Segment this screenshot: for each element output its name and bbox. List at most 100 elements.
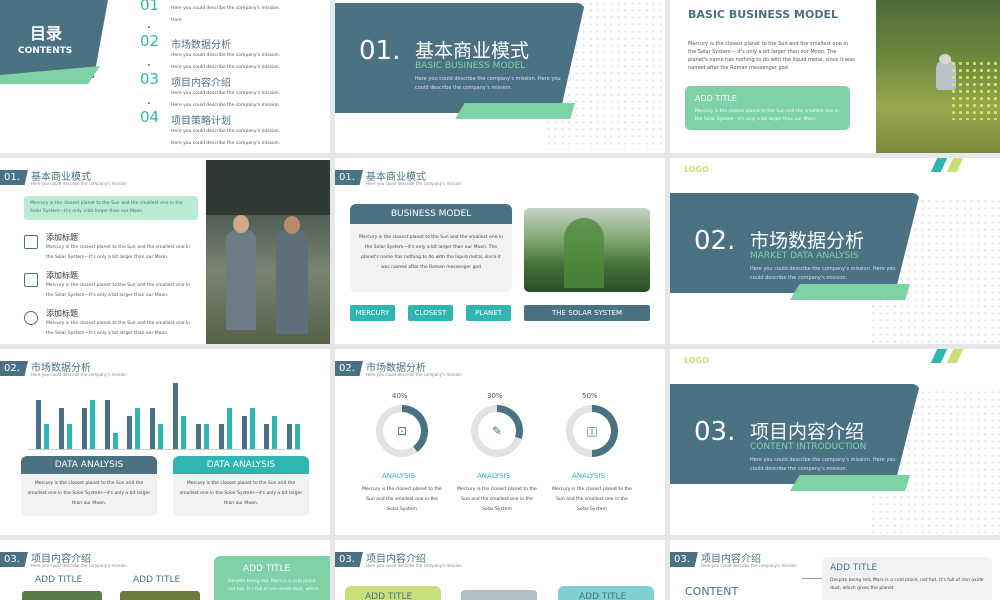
slide-section-01[interactable]: 01. 基本商业模式 BASIC BUSINESS MODEL Here you… [335, 0, 665, 153]
s10-title-2: ADD TITLE [133, 575, 181, 585]
header-number: 01. [335, 170, 363, 185]
ring-percent: 50% [582, 392, 598, 400]
progress-ring: ✎ [471, 405, 523, 457]
bar-series-2 [181, 416, 186, 449]
pill-planet[interactable]: PLANET [466, 305, 511, 321]
bar-series-1 [287, 424, 293, 449]
s10-photo-2 [120, 591, 200, 600]
s11-title-2: ADD TITLE [579, 592, 627, 600]
header-sub: Here you could describe the company's mi… [31, 372, 127, 377]
analysis-card-text: Mercury is the closest planet to the Sun… [179, 481, 303, 506]
s11-photo [461, 590, 537, 600]
ring-label: ANALYSIS [382, 472, 416, 480]
s10-photo-1 [22, 591, 102, 600]
logo-stripes [930, 158, 968, 172]
section-title: 基本商业模式 [415, 40, 530, 62]
bar-series-1 [195, 424, 201, 449]
contents-item-desc: Here you could describe the company's mi… [171, 6, 281, 23]
item-text: Mercury is the closest planet to the Sun… [46, 283, 190, 298]
section-desc: Here you could describe the company's mi… [415, 76, 561, 91]
couple-photo [206, 160, 330, 344]
bar-series-1 [150, 407, 156, 449]
section-mint-accent [455, 103, 575, 119]
binoculars-icon [24, 273, 38, 287]
s12-box-text: Despite being red, Mars is a cold place,… [830, 578, 984, 591]
slide-data-analysis[interactable]: 02. 市场数据分析 Here you could describe the c… [0, 349, 330, 535]
section-desc: Here you could describe the company's mi… [750, 457, 896, 472]
pill-mercury[interactable]: MERCURY [350, 305, 395, 321]
header-sub: Here you could describe the company's mi… [366, 563, 462, 568]
slide3-text: Mercury is the closest planet to the Sun… [688, 41, 855, 71]
analysis-card-title: DATA ANALYSIS [21, 456, 157, 474]
header-sub: Here you could describe the company's mi… [31, 181, 127, 186]
contents-number: 02 [140, 32, 160, 50]
bar-series-1 [241, 416, 247, 449]
bar-series-2 [112, 432, 118, 449]
logo-stripes [930, 349, 968, 363]
ring-text: Mercury is the closest planet to the Sun… [457, 487, 537, 512]
slide-content-intro-a[interactable]: 03. 项目内容介绍 Here you could describe the c… [0, 540, 330, 600]
item-text: Mercury is the closest planet to the Sun… [46, 245, 190, 260]
ring-label: ANALYSIS [572, 472, 606, 480]
contents-subtitle: CONTENTS [18, 46, 73, 56]
contents-item-label[interactable]: 项目策略计划 [171, 112, 231, 127]
section-number: 01. [359, 36, 401, 66]
bar-series-1 [58, 407, 64, 449]
mic-icon [24, 311, 38, 325]
contents-title: 目录 [30, 24, 63, 43]
ring-text: Mercury is the closest planet to the Sun… [362, 487, 442, 512]
slide-business-model-card[interactable]: 01. 基本商业模式 Here you could describe the c… [335, 158, 665, 344]
contents-number: 01 [140, 0, 160, 14]
bar-series-2 [203, 424, 209, 449]
section-en-title: BASIC BUSINESS MODEL [415, 61, 526, 71]
bar-series-2 [295, 424, 301, 449]
ring-percent: 40% [392, 392, 408, 400]
slide-content-intro-c[interactable]: 03. 项目内容介绍 Here you could describe the c… [670, 540, 1000, 600]
layout-icon: ◫ [573, 412, 611, 450]
ring-text: Mercury is the closest planet to the Sun… [552, 487, 632, 512]
analysis-card-text: Mercury is the closest planet to the Sun… [27, 481, 151, 506]
contents-item-label[interactable]: 市场数据分析 [171, 36, 231, 51]
solar-system-pill[interactable]: THE SOLAR SYSTEM [524, 305, 650, 321]
slide-section-03[interactable]: LOGO 03. 项目内容介绍 CONTENT INTRODUCTION Her… [670, 349, 1000, 535]
s11-title-1: ADD TITLE [365, 592, 413, 600]
bm-card-text: Mercury is the closest planet to the Sun… [359, 235, 503, 270]
header-number: 02. [335, 361, 363, 376]
header-number: 03. [335, 552, 363, 567]
s4-box-text: Mercury is the closest planet to the Sun… [30, 201, 183, 214]
contents-item-desc: Here you could describe the company's mi… [171, 91, 281, 108]
section-title: 市场数据分析 [750, 230, 865, 252]
bar-series-1 [173, 383, 178, 449]
slide-business-model-photo[interactable]: BASIC BUSINESS MODEL Mercury is the clos… [670, 0, 1000, 153]
section-title: 项目内容介绍 [750, 421, 865, 443]
bar-series-1 [104, 399, 110, 449]
slide-contents[interactable]: 目录 CONTENTS 01 Here you could describe th… [0, 0, 330, 153]
s12-box-title: ADD TITLE [830, 563, 878, 573]
pill-closest[interactable]: CLOSEST [408, 305, 453, 321]
bar-series-2 [89, 399, 95, 449]
slide-basic-items[interactable]: 01. 基本商业模式 Here you could describe the c… [0, 158, 330, 344]
s10-box-text: Despite being red, Mars is a cold place,… [228, 579, 319, 592]
contents-number: 04 [140, 108, 160, 126]
bar-series-1 [127, 416, 133, 449]
header-number: 03. [670, 552, 698, 567]
section-number: 03. [694, 417, 736, 447]
bar-series-2 [249, 407, 255, 449]
ring-percent: 30% [487, 392, 503, 400]
slide-content-intro-b[interactable]: 03. 项目内容介绍 Here you could describe the c… [335, 540, 665, 600]
contents-dot [148, 64, 150, 66]
slide-percent-analysis[interactable]: 02. 市场数据分析 Here you could describe the c… [335, 349, 665, 535]
s12-content-label: CONTENT [685, 585, 739, 598]
image-icon [24, 235, 38, 249]
slide3-title: BASIC BUSINESS MODEL [688, 8, 838, 21]
slide-section-02[interactable]: LOGO 02. 市场数据分析 MARKET DATA ANALYSIS Her… [670, 158, 1000, 344]
slide3-box-title: ADD TITLE [695, 94, 737, 103]
bar-series-1 [36, 399, 41, 449]
s12-connector [802, 578, 822, 579]
section-number: 02. [694, 226, 736, 256]
contents-number: 03 [140, 70, 160, 88]
item-title: 添加标题 [46, 271, 78, 280]
contents-item-desc: Here you could describe the company's mi… [171, 129, 281, 146]
gift-icon: ⊡ [383, 412, 421, 450]
contents-item-label[interactable]: 项目内容介绍 [171, 74, 231, 89]
